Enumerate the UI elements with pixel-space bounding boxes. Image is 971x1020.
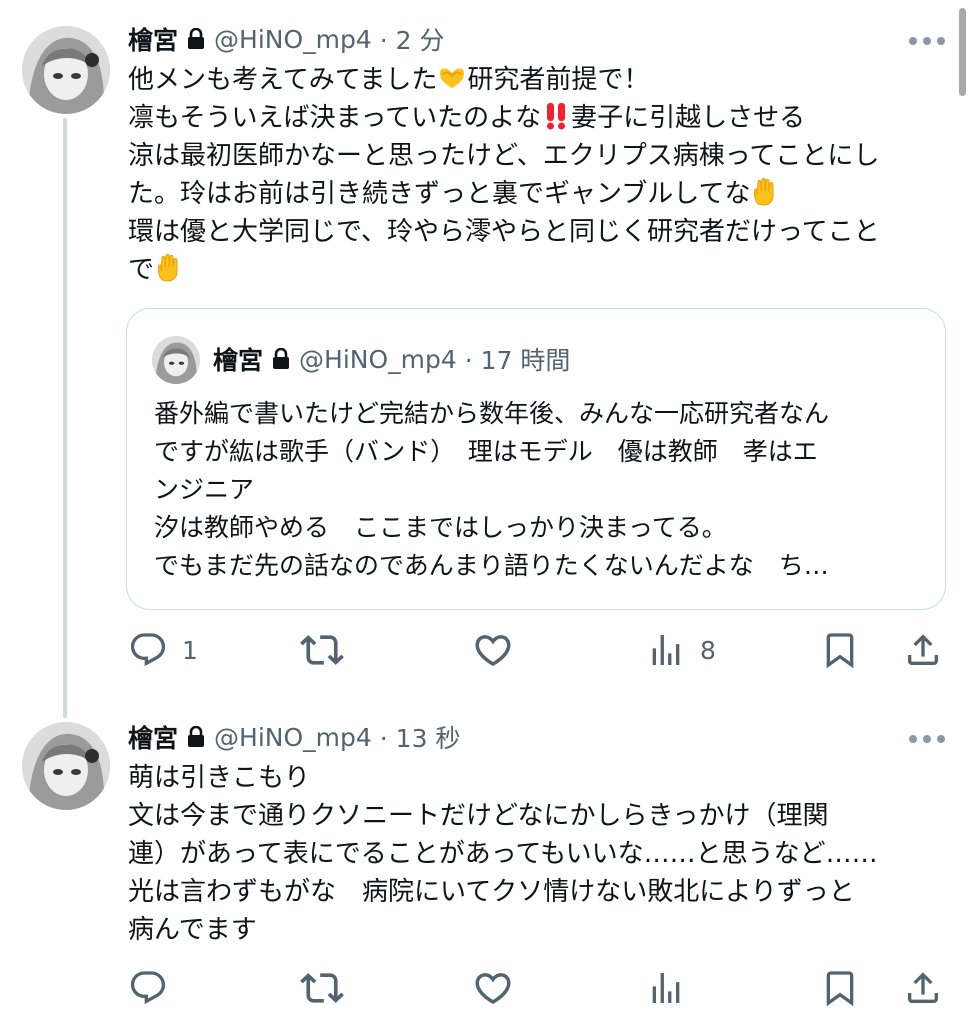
bookmark-icon [826, 633, 854, 669]
text-line: 文は今まで通りクソニートだけどなにかしらきっかけ（理関 [128, 801, 829, 831]
retweet-button[interactable] [300, 628, 358, 672]
text-line: 光は言わずもがな 病院にいてクソ情けない敗北によりずっと [128, 877, 855, 907]
like-button[interactable] [472, 966, 528, 1010]
text-line: 環は優と大学同じで、玲やら澪やらと同じく研究者だけってこと [128, 217, 880, 247]
reply-icon [130, 633, 166, 667]
lock-icon [272, 348, 290, 370]
avatar-image [22, 26, 110, 114]
views-button[interactable]: 8 [646, 628, 716, 672]
reply-icon [130, 971, 166, 1005]
views-icon [652, 973, 680, 1003]
retweet-button[interactable] [300, 966, 358, 1010]
tweet-text: 萌は引きこもり 文は今まで通りクソニートだけどなにかしらきっかけ（理関 連）があ… [128, 759, 938, 949]
raised-hand-emoji [157, 254, 178, 282]
share-button[interactable] [903, 966, 943, 1010]
text-line: た。玲はお前は引き続きずっと裏でギャンブルしてな [128, 179, 751, 209]
share-icon [908, 972, 938, 1003]
share-icon [908, 634, 938, 665]
tweet-text: 他メンも考えてみてました 研究者前提で！ 凛もそういえば決まっていたのよな 妻子に引… [128, 61, 938, 289]
retweet-icon [300, 973, 344, 1003]
text-line: 汐は教師やめる ここまではしっかり決まってる。 [154, 513, 727, 542]
more-options-icon[interactable] [909, 735, 945, 743]
reply-count: 1 [182, 635, 198, 665]
quoted-handle: @HiNO_mp4 [299, 344, 457, 374]
bookmark-icon [826, 971, 854, 1007]
text-line: 連）があって表にでることがあってもいいな……と思うなど…… [128, 839, 878, 869]
text-line: 研究者前提で！ [467, 65, 650, 95]
handle[interactable]: @HiNO_mp4 [214, 723, 372, 752]
tweet-header: 檜宮 @HiNO_mp4 · 2 分 [128, 22, 445, 56]
text-line: 萌は引きこもり [128, 763, 311, 793]
views-button[interactable] [646, 966, 700, 1010]
text-line: 凛もそういえば決まっていたのよな [128, 103, 542, 133]
lock-icon [187, 28, 205, 50]
action-bar: 1 8 [128, 628, 943, 672]
raised-hand-emoji [754, 178, 774, 206]
thread-connector-line [63, 118, 67, 718]
reply-button[interactable]: 1 [128, 628, 198, 672]
like-button[interactable] [472, 628, 528, 672]
display-name[interactable]: 檜宮 [128, 21, 178, 57]
quoted-tweet[interactable]: 檜宮 @HiNO_mp4 · 17 時間 番外編で書いたけど完結から数年後、みん… [126, 308, 946, 610]
text-line: 番外編で書いたけど完結から数年後、みんな一応研究者なん [154, 399, 830, 428]
quoted-display-name: 檜宮 [213, 346, 264, 375]
text-line: で [128, 255, 155, 285]
double-exclamation-emoji [547, 103, 566, 130]
retweet-icon [300, 635, 344, 665]
text-line: 病んでます [128, 915, 257, 945]
quoted-timestamp: · 17 時間 [464, 346, 571, 375]
text-line: ですが紘は歌手（バンド） 理はモデル 優は教師 孝はエ [154, 437, 818, 466]
heart-icon [475, 973, 511, 1005]
quoted-header: 檜宮 @HiNO_mp4 · 17 時間 [213, 341, 570, 377]
text-line: 他メンも考えてみてました [128, 65, 438, 95]
heart-icon [475, 635, 511, 667]
more-options-icon[interactable] [909, 37, 945, 45]
scrollbar-thumb[interactable] [959, 8, 966, 96]
avatar[interactable] [22, 722, 110, 810]
quoted-avatar [152, 336, 200, 384]
handle[interactable]: @HiNO_mp4 [214, 25, 372, 54]
tweet-header: 檜宮 @HiNO_mp4 · 13 秒 [128, 720, 460, 754]
avatar-image [22, 722, 110, 810]
lock-icon [187, 726, 205, 748]
timestamp[interactable]: · 2 分 [380, 21, 445, 57]
share-button[interactable] [903, 628, 943, 672]
views-icon [652, 635, 680, 665]
reply-button[interactable] [128, 966, 182, 1010]
action-bar [128, 966, 943, 1010]
text-line: でもまだ先の話なのであんまり語りたくないんだよな ち… [154, 551, 829, 580]
views-count: 8 [700, 635, 716, 665]
heart-hands-emoji [440, 68, 465, 88]
timestamp[interactable]: · 13 秒 [380, 719, 461, 755]
display-name[interactable]: 檜宮 [128, 719, 178, 755]
bookmark-button[interactable] [820, 628, 860, 672]
bookmark-button[interactable] [820, 966, 860, 1010]
text-line: 妻子に引越しさせる [571, 103, 806, 133]
text-line: 涼は最初医師かなーと思ったけど、エクリプス病棟ってことにし [128, 141, 880, 171]
quoted-text: 番外編で書いたけど完結から数年後、みんな一応研究者なん ですが紘は歌手（バンド）… [154, 395, 924, 585]
text-line: ンジニア [154, 475, 255, 504]
avatar[interactable] [22, 26, 110, 114]
